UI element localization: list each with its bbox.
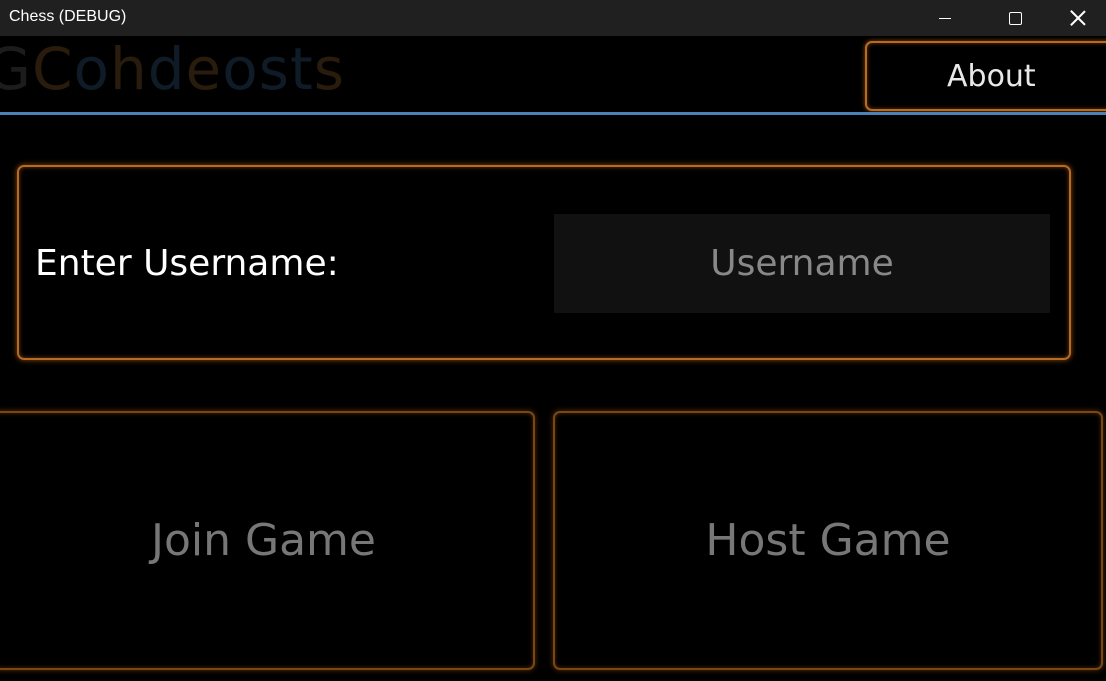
logo-letter: C [31, 35, 74, 103]
logo-letter: s [313, 35, 345, 103]
about-button[interactable]: About [865, 41, 1106, 111]
username-label: Enter Username: [35, 243, 339, 284]
username-input[interactable] [554, 214, 1050, 313]
maximize-button[interactable] [980, 0, 1050, 36]
logo-letter: h [109, 35, 148, 103]
app-logo: GCohdeosts [0, 40, 345, 98]
close-button[interactable] [1050, 0, 1106, 36]
logo-letter: G [0, 35, 32, 103]
logo-letter: t [289, 35, 314, 103]
title-bar: Chess (DEBUG) [0, 0, 1106, 36]
minimize-icon [939, 17, 951, 19]
join-game-button[interactable]: Join Game [0, 411, 535, 670]
logo-letter: o [222, 35, 259, 103]
logo-letter: o [73, 35, 110, 103]
logo-letter: d [147, 35, 186, 103]
maximize-icon [1008, 11, 1022, 25]
username-panel: Enter Username: [17, 165, 1071, 360]
logo-letter: s [258, 35, 290, 103]
host-game-button[interactable]: Host Game [553, 411, 1103, 670]
close-icon [1070, 10, 1086, 26]
header-divider [0, 112, 1106, 115]
logo-letter: e [185, 35, 223, 103]
window-title: Chess (DEBUG) [9, 8, 127, 25]
minimize-button[interactable] [910, 0, 980, 36]
